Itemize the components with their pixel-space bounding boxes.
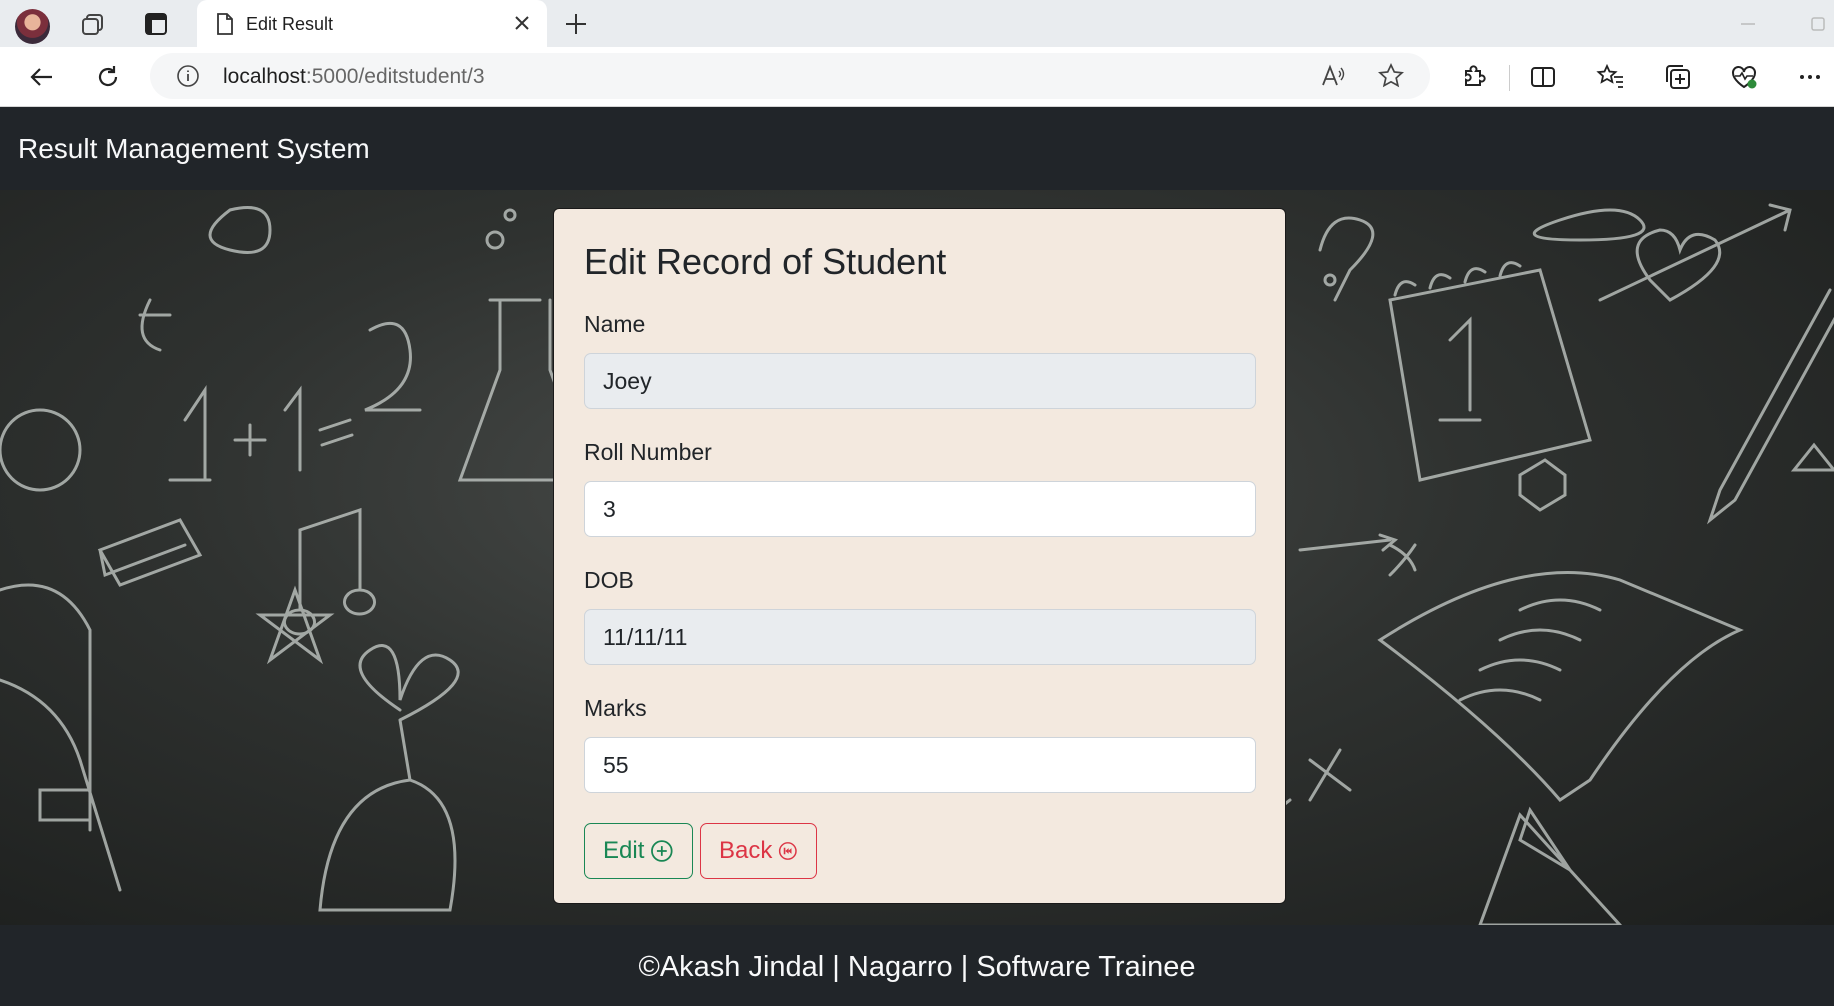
tab-title: Edit Result — [246, 14, 334, 34]
collections-icon[interactable] — [1663, 62, 1693, 92]
workspaces-icon[interactable] — [78, 10, 108, 38]
profile-avatar[interactable] — [15, 9, 50, 44]
browser-tab-bar: Edit Result — [0, 0, 1834, 47]
marks-label: Marks — [584, 695, 647, 721]
split-screen-icon[interactable] — [1528, 62, 1558, 92]
info-icon[interactable] — [176, 64, 200, 88]
dob-field[interactable] — [584, 609, 1256, 665]
url-text: localhost:5000/editstudent/3 — [223, 65, 485, 89]
name-label: Name — [584, 311, 646, 337]
favorite-star-icon[interactable] — [1378, 63, 1404, 89]
edit-button[interactable]: Edit — [584, 823, 693, 879]
form-title: Edit Record of Student — [584, 241, 947, 282]
url-path: :5000/editstudent/3 — [305, 65, 485, 88]
dob-label: DOB — [584, 567, 634, 593]
navbar-brand[interactable]: Result Management System — [18, 133, 370, 165]
roll-number-label: Roll Number — [584, 439, 712, 465]
name-field[interactable] — [584, 353, 1256, 409]
browser-address-bar: localhost:5000/editstudent/3 — [0, 47, 1834, 107]
page-icon — [217, 13, 233, 35]
skip-back-circle-icon — [779, 842, 798, 860]
new-tab-icon[interactable] — [562, 10, 590, 38]
close-icon[interactable] — [511, 12, 533, 34]
back-button[interactable]: Back — [700, 823, 817, 879]
app-navbar: Result Management System — [0, 107, 1834, 190]
footer-text: ©Akash Jindal | Nagarro | Software Train… — [638, 951, 1196, 983]
read-aloud-icon[interactable] — [1320, 63, 1346, 89]
tab-edit-result[interactable]: Edit Result — [197, 0, 547, 47]
toolbar-divider — [1509, 65, 1510, 91]
marks-field[interactable] — [584, 737, 1256, 793]
browser-essentials-icon[interactable] — [1729, 62, 1759, 92]
page-footer: ©Akash Jindal | Nagarro | Software Train… — [0, 925, 1834, 1006]
url-bar[interactable]: localhost:5000/editstudent/3 — [150, 53, 1430, 99]
chalkboard-background: Edit Record of Student Name Roll Number … — [0, 190, 1834, 925]
back-button-label: Back — [719, 837, 773, 864]
minimize-icon[interactable] — [1738, 14, 1758, 34]
edit-button-label: Edit — [603, 837, 645, 864]
edit-student-card: Edit Record of Student Name Roll Number … — [553, 208, 1286, 904]
tab-actions-icon[interactable] — [141, 10, 171, 38]
favorites-icon[interactable] — [1596, 62, 1626, 92]
refresh-icon[interactable] — [93, 62, 123, 92]
extensions-icon[interactable] — [1458, 62, 1488, 92]
url-host: localhost — [223, 65, 306, 88]
plus-circle-icon — [651, 840, 673, 862]
restore-icon[interactable] — [1808, 14, 1828, 34]
back-arrow-icon[interactable] — [27, 62, 57, 92]
roll-number-field[interactable] — [584, 481, 1256, 537]
more-options-icon[interactable] — [1795, 62, 1825, 92]
